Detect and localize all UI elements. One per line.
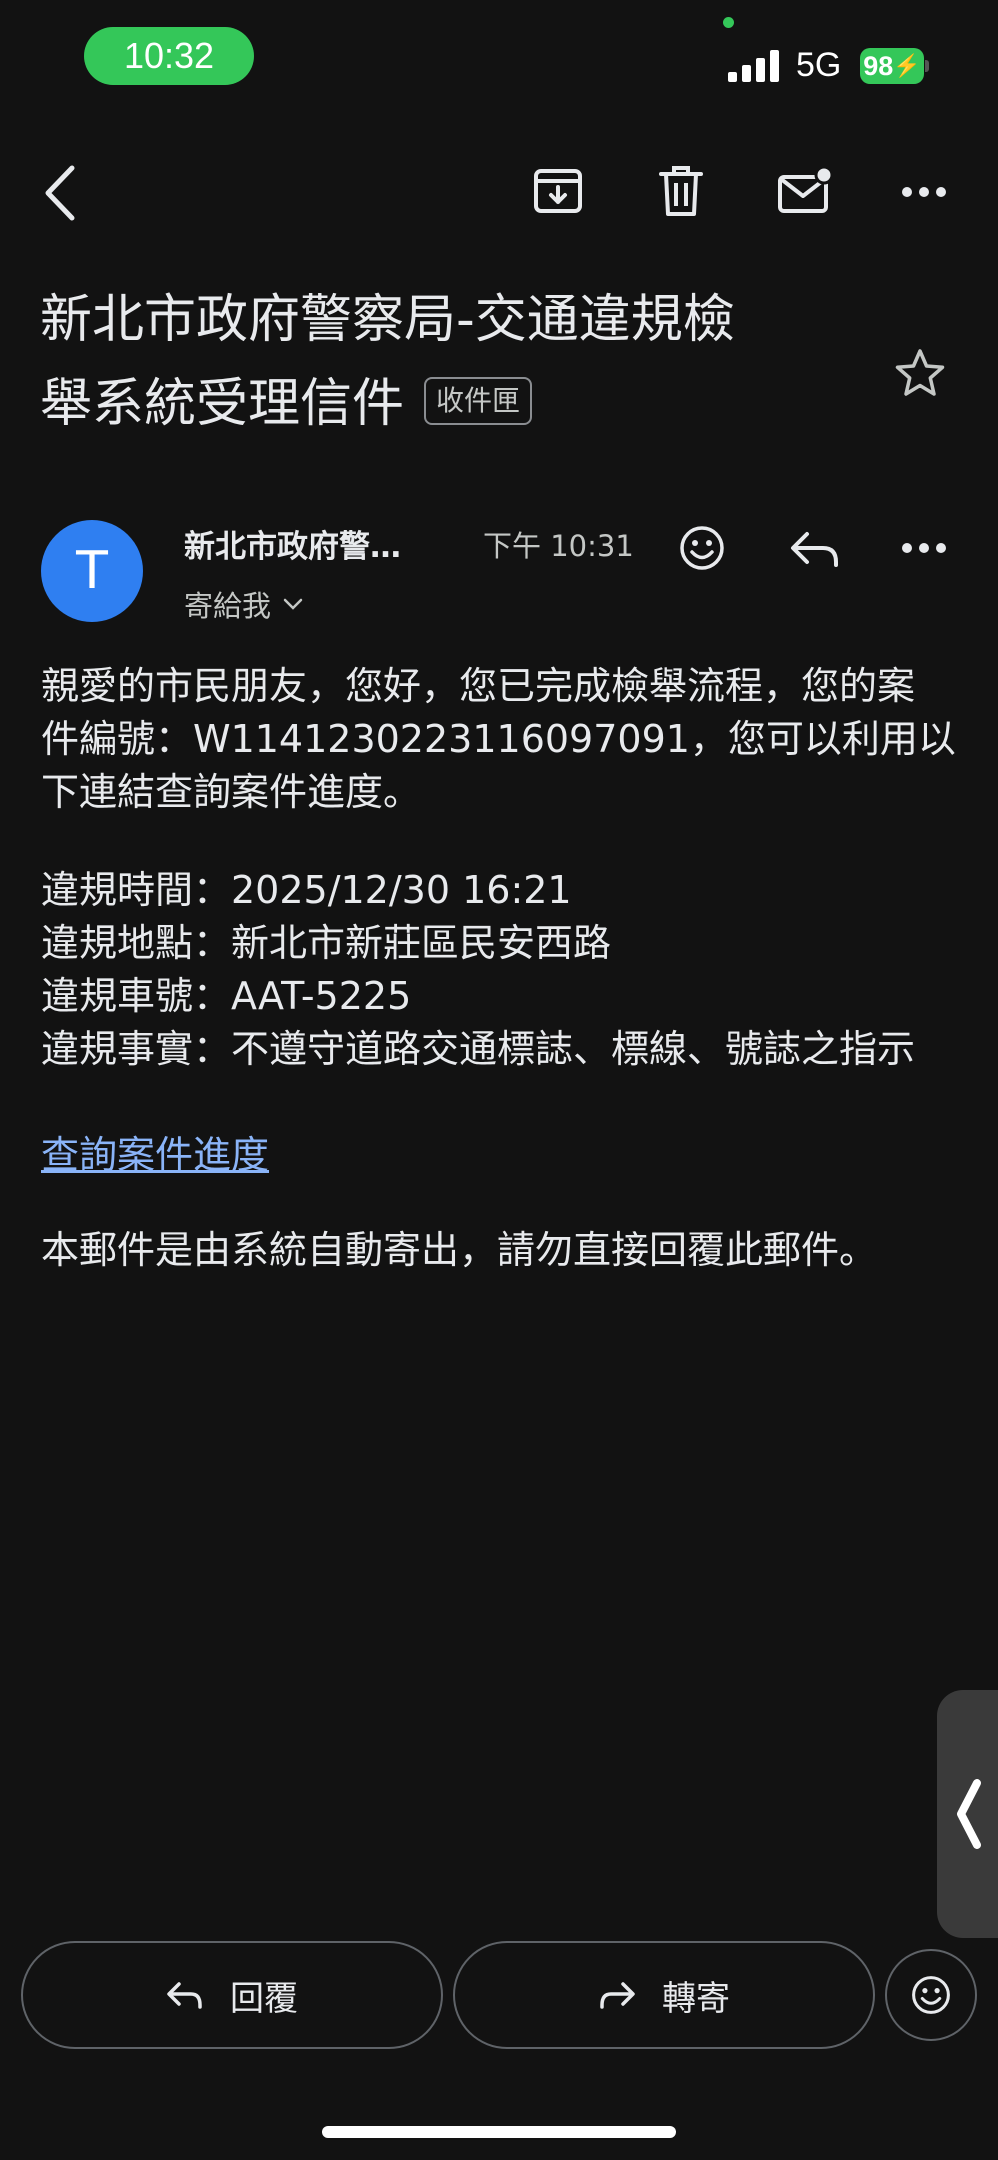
email-body-intro: 親愛的市民朋友，您好，您已完成檢舉流程，您的案 件編號：W11412302231…	[41, 660, 961, 819]
camera-indicator	[723, 17, 734, 28]
recipient-label: 寄給我	[184, 589, 272, 623]
email-subject: 新北市政府警察局-交通違規檢 舉系統受理信件 收件匣	[40, 278, 860, 446]
forward-button[interactable]: 轉寄	[453, 1941, 875, 2049]
body-line: 件編號：W1141230223116097091，您可以利用以	[41, 717, 956, 761]
message-more-button[interactable]	[896, 530, 952, 566]
email-footer-note: 本郵件是由系統自動寄出，請勿直接回覆此郵件。	[41, 1228, 878, 1272]
star-button[interactable]	[892, 345, 948, 401]
violation-plate: 違規車號：AAT-5225	[41, 974, 412, 1018]
delete-icon	[659, 166, 703, 216]
emoji-icon	[912, 1976, 950, 2014]
body-line: 下連結查詢案件進度。	[41, 770, 422, 814]
delete-button[interactable]	[651, 160, 711, 222]
star-icon	[895, 349, 945, 396]
violation-fact: 違規事實：不遵守道路交通標誌、標線、號誌之指示	[41, 1027, 916, 1071]
subject-line-1: 新北市政府警察局-交通違規檢	[40, 290, 735, 350]
forward-label: 轉寄	[662, 1978, 730, 2019]
chevron-down-icon	[283, 598, 303, 610]
back-icon	[45, 165, 75, 221]
status-time: 10:32	[84, 27, 254, 85]
battery-indicator: 98 ⚡	[860, 48, 924, 84]
violation-location: 違規地點：新北市新莊區民安西路	[41, 921, 612, 965]
mark-unread-button[interactable]	[772, 160, 838, 222]
inbox-label[interactable]: 收件匣	[424, 377, 533, 425]
network-type: 5G	[796, 46, 842, 84]
violation-time: 違規時間：2025/12/30 16:21	[41, 868, 572, 912]
reply-button[interactable]: 回覆	[21, 1941, 443, 2049]
forward-icon	[600, 1982, 635, 2009]
sender-avatar[interactable]: T	[41, 520, 143, 622]
emoji-reaction-button[interactable]	[885, 1949, 977, 2041]
more-button[interactable]	[896, 172, 952, 212]
case-progress-link[interactable]: 查詢案件進度	[41, 1124, 269, 1179]
home-indicator[interactable]	[322, 2126, 676, 2138]
sender-name[interactable]: 新北市政府警…	[184, 521, 401, 566]
recipient-toggle[interactable]: 寄給我	[184, 583, 303, 625]
reply-button-header[interactable]	[787, 522, 843, 574]
more-icon	[902, 187, 946, 197]
archive-button[interactable]	[528, 160, 588, 222]
subject-text: 舉系統受理信件	[40, 374, 405, 434]
back-button[interactable]	[30, 158, 90, 228]
chevron-left-icon	[957, 1779, 981, 1849]
archive-icon	[534, 169, 582, 213]
body-line: 親愛的市民朋友，您好，您已完成檢舉流程，您的案	[41, 664, 916, 708]
more-icon	[902, 543, 946, 553]
battery-level: 98	[863, 50, 894, 81]
emoji-react-button[interactable]	[674, 520, 730, 576]
sent-time: 下午 10:31	[483, 529, 634, 563]
mark-unread-icon	[778, 165, 834, 213]
side-panel-handle[interactable]	[937, 1690, 998, 1938]
signal-icon	[728, 48, 780, 82]
reply-label: 回覆	[230, 1978, 298, 2019]
battery-tip	[925, 60, 929, 72]
emoji-icon	[680, 526, 724, 570]
violation-details: 違規時間：2025/12/30 16:21 違規地點：新北市新莊區民安西路 違規…	[41, 864, 961, 1076]
subject-line-2: 舉系統受理信件 收件匣	[40, 362, 860, 446]
reply-icon	[167, 1982, 202, 2009]
reply-icon	[791, 532, 838, 567]
